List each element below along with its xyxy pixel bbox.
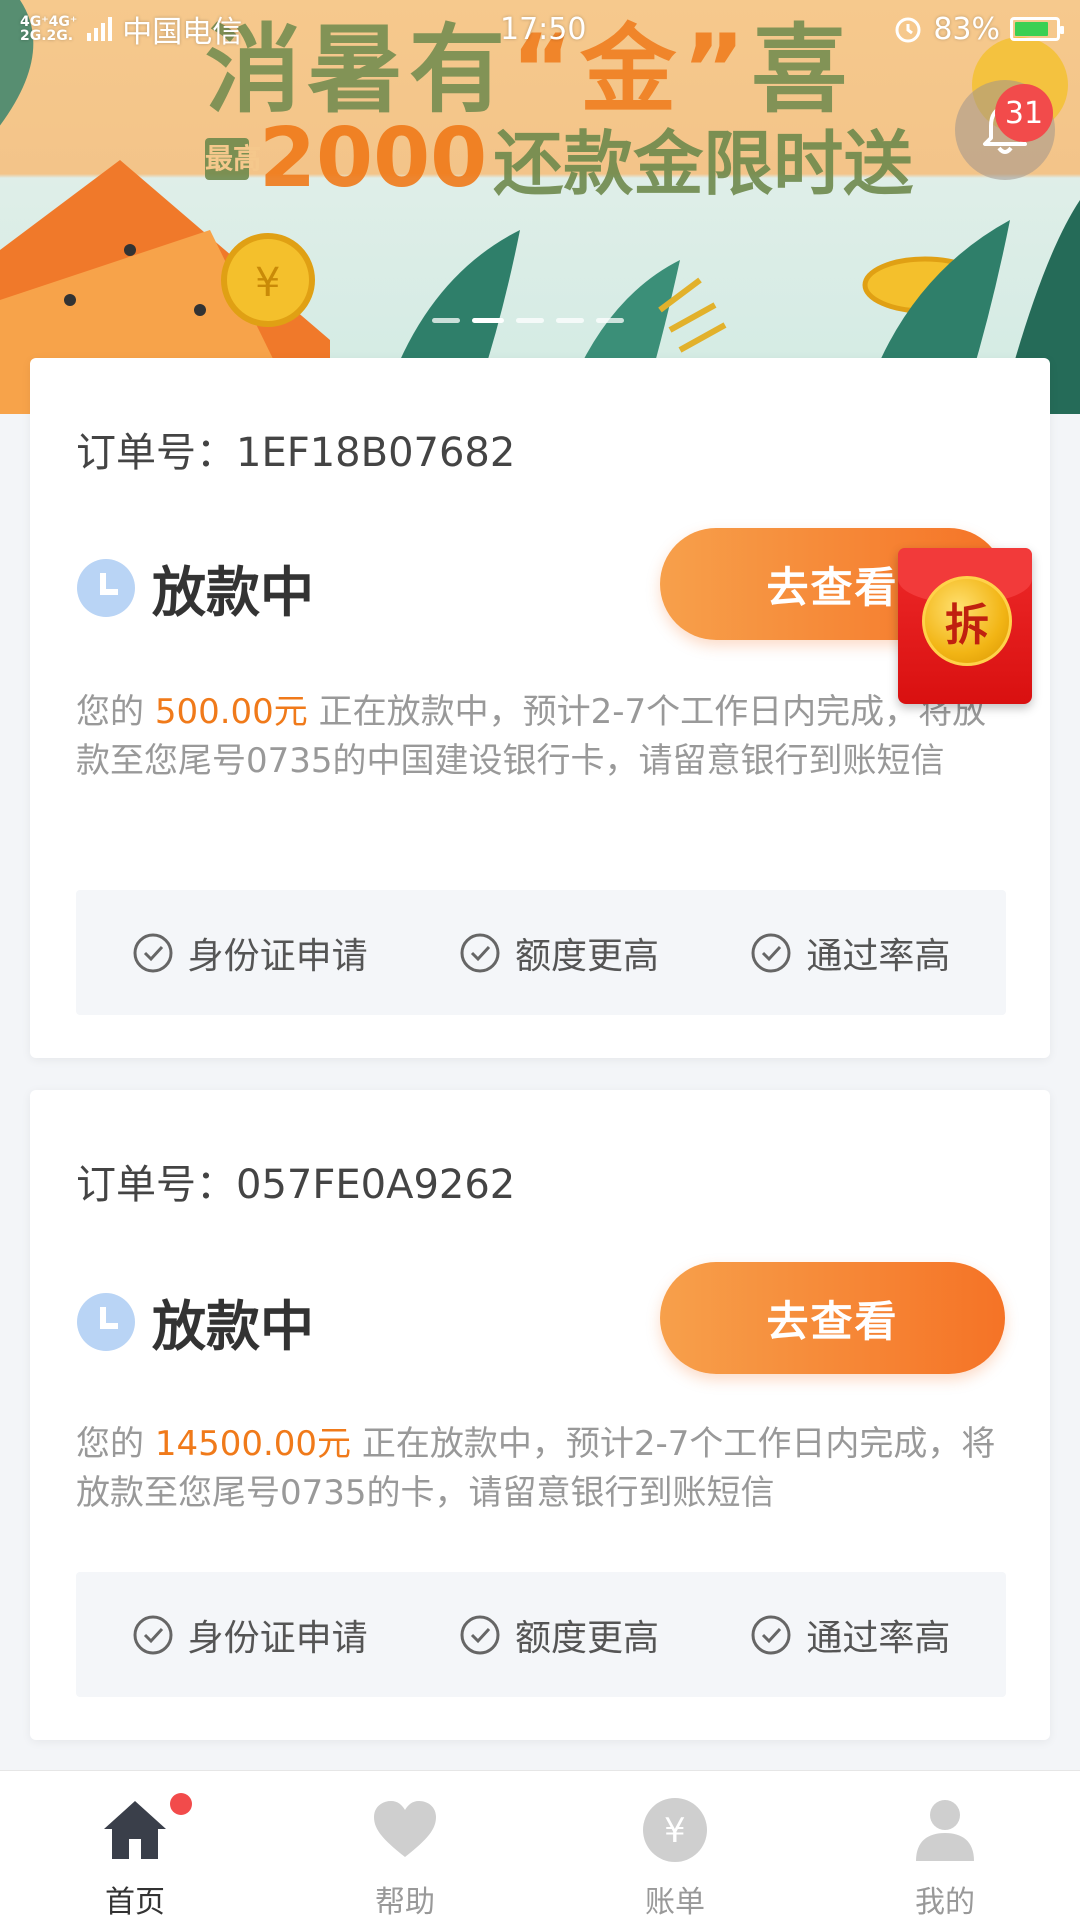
banner-subtitle: 最高 2000 还款金限时送 (205, 108, 913, 209)
check-circle-icon (460, 1615, 500, 1654)
tab-profile[interactable]: 我的 (810, 1771, 1080, 1921)
status-label: 放款中 (152, 1295, 314, 1358)
carousel-dot (516, 318, 544, 323)
feature-item: 额度更高 (459, 1609, 659, 1661)
check-circle-icon (133, 1615, 173, 1654)
feature-item: 通过率高 (750, 1609, 950, 1661)
feature-list: 身份证申请 额度更高 通过率高 (76, 890, 1006, 1015)
carousel-dot (556, 318, 584, 323)
tab-label: 我的 (915, 1885, 975, 1920)
person-icon (916, 1800, 974, 1861)
carousel-dot (596, 318, 624, 323)
check-circle-icon (751, 1615, 791, 1654)
check-circle-icon (751, 933, 791, 972)
svg-text:¥: ¥ (664, 1811, 686, 1851)
feature-item: 额度更高 (459, 927, 659, 979)
tab-home[interactable]: 首页 (0, 1771, 270, 1921)
tab-home-badge (170, 1793, 192, 1815)
order-status: 放款中 (76, 548, 314, 627)
tab-label: 首页 (105, 1885, 165, 1920)
order-amount: 500.00元 (154, 692, 308, 732)
feature-item: 身份证申请 (132, 1609, 368, 1661)
order-card: 订单号：1EF18B07682 放款中 去查看 您的 500.00元 正在放款中… (30, 358, 1050, 1058)
carousel-dot-active (472, 318, 504, 323)
status-bar: 4G⁺4G⁺ 2G.2G. 中国电信 17:50 83% (0, 0, 1080, 58)
status-label: 放款中 (152, 561, 314, 624)
banner-tag: 最高 (205, 137, 261, 180)
carousel-indicator (432, 318, 624, 323)
home-icon (104, 1801, 166, 1859)
signal-icon (87, 17, 113, 41)
feature-list: 身份证申请 额度更高 通过率高 (76, 1572, 1006, 1697)
banner-amount: 2000 (259, 111, 488, 206)
clock-time: 17:50 (500, 11, 587, 47)
feature-item: 身份证申请 (132, 927, 368, 979)
tab-bills[interactable]: ¥ 账单 (540, 1771, 810, 1921)
tab-help[interactable]: 帮助 (270, 1771, 540, 1921)
view-order-button[interactable]: 去查看 (660, 1262, 1005, 1374)
order-status: 放款中 (76, 1282, 314, 1361)
clock-icon (77, 558, 135, 617)
promo-banner[interactable]: ¥ 消暑有“金”喜 最高 2000 还款金限时送 (0, 0, 1080, 414)
battery-icon (1010, 17, 1064, 41)
yen-icon: ¥ (643, 1798, 707, 1862)
order-description: 您的 14500.00元 正在放款中，预计2-7个工作日内完成，将放款至您尾号0… (76, 1424, 996, 1513)
order-number: 订单号：057FE0A9262 (76, 1162, 516, 1208)
battery-percent: 83% (933, 11, 1000, 47)
red-envelope-button[interactable]: 拆 (898, 548, 1032, 704)
tab-label: 账单 (645, 1885, 705, 1920)
order-description: 您的 500.00元 正在放款中，预计2-7个工作日内完成，将放款至您尾号073… (76, 692, 987, 781)
red-envelope-open-icon: 拆 (922, 576, 1012, 666)
alarm-icon (895, 17, 921, 43)
order-amount: 14500.00元 (154, 1424, 352, 1464)
clock-icon (77, 1292, 135, 1351)
banner-sub-text: 还款金限时送 (493, 123, 914, 205)
heart-icon (374, 1801, 436, 1857)
tab-label: 帮助 (375, 1885, 435, 1920)
carrier-name: 中国电信 (122, 15, 243, 50)
notification-count-badge: 31 (995, 84, 1053, 142)
feature-item: 通过率高 (750, 927, 950, 979)
order-card: 订单号：057FE0A9262 放款中 去查看 您的 14500.00元 正在放… (30, 1090, 1050, 1740)
svg-text:¥: ¥ (255, 260, 280, 306)
order-number: 订单号：1EF18B07682 (76, 430, 516, 476)
check-circle-icon (460, 933, 500, 972)
carousel-dot (432, 318, 460, 323)
check-circle-icon (133, 933, 173, 972)
network-indicator: 4G⁺4G⁺ 2G.2G. (20, 14, 78, 44)
bottom-tab-bar: 首页 帮助 ¥ 账单 我的 (0, 1770, 1080, 1921)
